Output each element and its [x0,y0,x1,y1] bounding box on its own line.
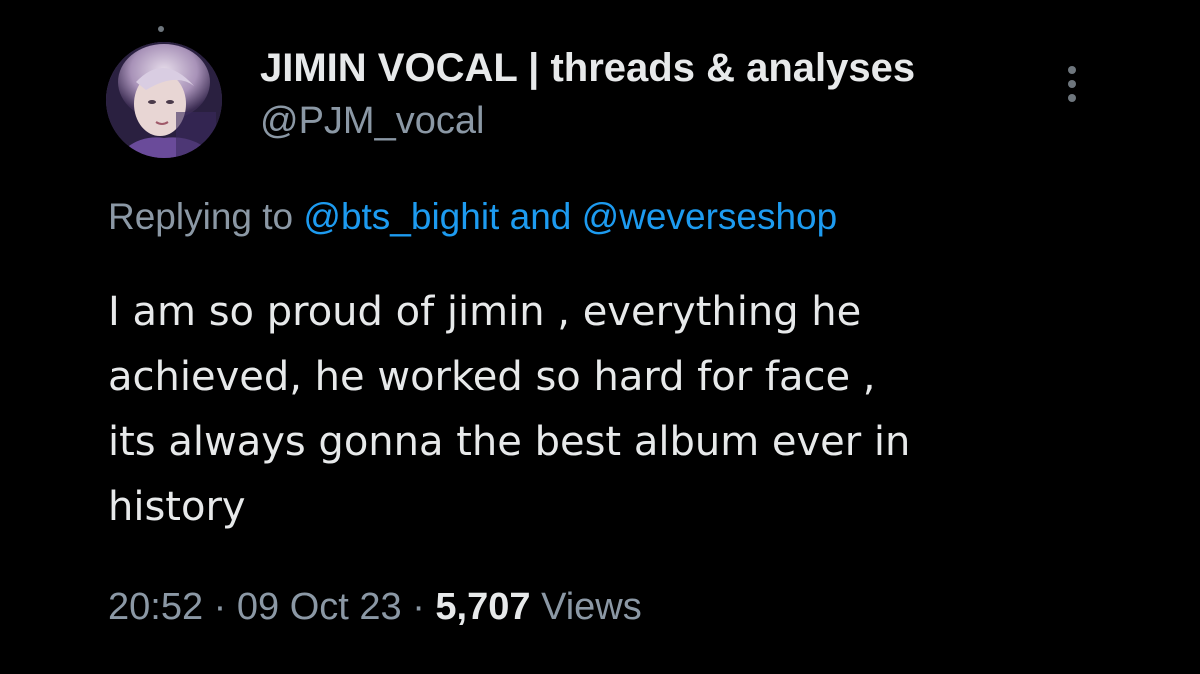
tweet-text: I am so proud of jimin , everything he a… [108,280,1108,540]
meta-separator: · [401,586,436,628]
tweet-text-line: achieved, he worked so hard for face , [108,354,876,400]
replying-to-label: Replying to [108,196,304,237]
tweet-text-line: I am so proud of jimin , everything he [108,289,862,335]
tweet-detail: JIMIN VOCAL | threads & analyses @PJM_vo… [0,0,1200,674]
replying-to-conjunction: and [499,196,582,237]
tweet-meta: 20:52 · 09 Oct 23 · 5,707 Views [108,586,642,629]
avatar[interactable] [106,42,222,158]
tweet-date[interactable]: 09 Oct 23 [237,586,402,628]
views-count[interactable]: 5,707 [435,586,530,628]
author-display-name[interactable]: JIMIN VOCAL | threads & analyses [260,46,915,91]
mention-link[interactable]: @bts_bighit [303,196,499,237]
tweet-text-line: its always gonna the best album ever in [108,419,911,465]
more-dots-vertical-icon[interactable] [1058,66,1086,114]
replying-to-line: Replying to @bts_bighit and @weverseshop [108,196,837,238]
mention-link[interactable]: @weverseshop [582,196,838,237]
views-label: Views [530,586,642,628]
indicator-dot [158,26,164,32]
tweet-time[interactable]: 20:52 [108,586,203,628]
meta-separator: · [203,586,237,628]
author-handle[interactable]: @PJM_vocal [260,100,484,143]
tweet-text-line: history [108,484,246,530]
